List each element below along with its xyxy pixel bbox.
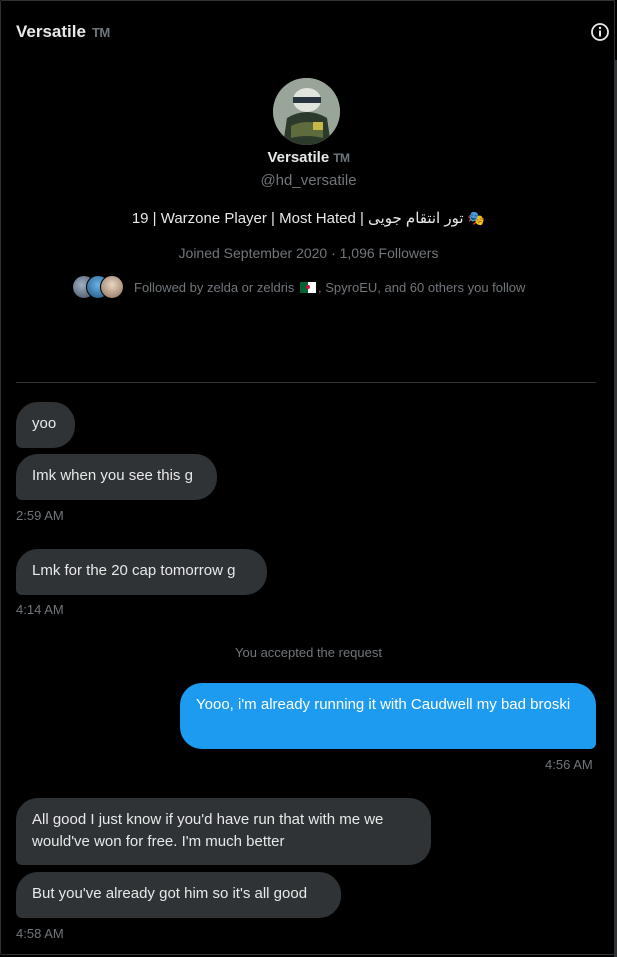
profile-handle[interactable]: @hd_versatile xyxy=(0,172,617,189)
profile-name-row: Versatile TM xyxy=(0,148,617,168)
message-bubble-incoming[interactable]: Imk when you see this g xyxy=(16,454,217,500)
info-circle-icon xyxy=(591,23,609,41)
profile-joined-followers: Joined September 2020 · 1,096 Followers xyxy=(178,245,439,261)
profile-divider xyxy=(16,382,596,383)
bio-text: 19 | Warzone Player | Most Hated | تور ا… xyxy=(131,210,464,227)
message-bubble-incoming[interactable]: But you've already got him so it's all g… xyxy=(16,872,341,918)
message-bubble-incoming[interactable]: All good I just know if you'd have run t… xyxy=(16,798,431,865)
message-bubble-incoming[interactable]: Lmk for the 20 cap tomorrow g xyxy=(16,549,267,595)
message-timestamp: 4:56 AM xyxy=(545,757,593,772)
conversation-header: Versatile TM xyxy=(16,20,110,44)
header-title: Versatile xyxy=(16,22,86,41)
message-text: Yooo, i'm already running it with Caudwe… xyxy=(196,696,571,713)
info-button[interactable] xyxy=(589,21,611,43)
message-text: Imk when you see this g xyxy=(32,467,193,484)
follower-avatars xyxy=(72,275,126,299)
avatar-image xyxy=(273,78,340,145)
followed-by-suffix: , SpyroEU, and 60 others you follow xyxy=(318,279,526,295)
message-bubble-incoming[interactable]: yoo xyxy=(16,402,75,448)
profile-avatar[interactable] xyxy=(273,78,340,145)
masks-emoji: 🎭 xyxy=(467,210,486,226)
message-text: Lmk for the 20 cap tomorrow g xyxy=(32,562,236,579)
profile-bio: 19 | Warzone Player | Most Hated | تور ا… xyxy=(0,209,617,227)
header-title-suffix: TM xyxy=(91,24,110,40)
algeria-flag-icon xyxy=(300,281,317,293)
message-timestamp: 2:59 AM xyxy=(16,508,64,523)
followed-by-row[interactable]: Followed by zelda or zeldris , SpyroEU, … xyxy=(72,274,525,300)
request-accepted-note: You accepted the request xyxy=(235,645,382,660)
message-timestamp: 4:14 AM xyxy=(16,602,64,617)
message-text: All good I just know if you'd have run t… xyxy=(32,811,384,850)
message-text: But you've already got him so it's all g… xyxy=(32,885,308,902)
message-text: yoo xyxy=(32,415,57,432)
followed-by-prefix: Followed by zelda or zeldris xyxy=(134,279,295,295)
message-bubble-outgoing[interactable]: Yooo, i'm already running it with Caudwe… xyxy=(180,683,596,749)
profile-name[interactable]: Versatile xyxy=(267,149,329,166)
message-timestamp: 4:58 AM xyxy=(16,926,64,941)
followed-by-text: Followed by zelda or zeldris , SpyroEU, … xyxy=(134,280,525,295)
profile-name-suffix: TM xyxy=(333,151,350,165)
follower-avatar xyxy=(100,275,124,299)
